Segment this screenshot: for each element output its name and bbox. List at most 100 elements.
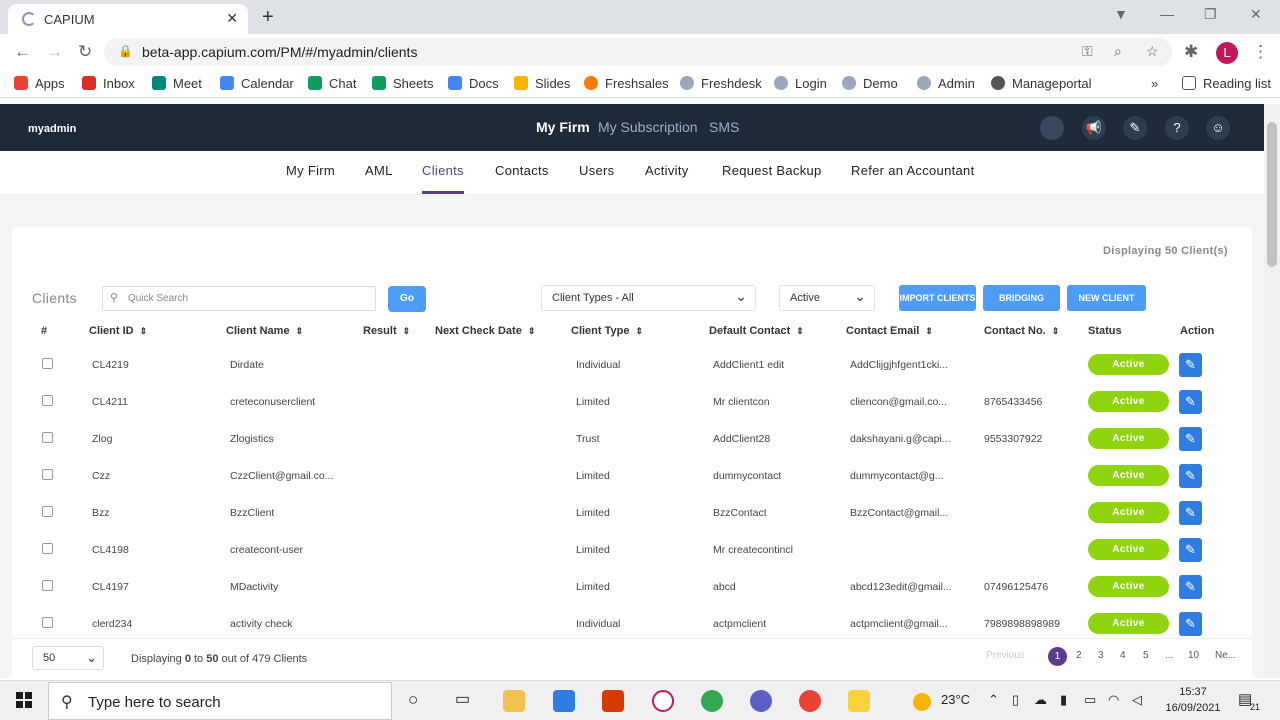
column-header-client-name[interactable]: Client Name ⇕ — [226, 325, 303, 337]
row-checkbox[interactable] — [42, 580, 53, 591]
new-client-button[interactable]: NEW CLIENT — [1067, 285, 1146, 311]
status-badge[interactable]: Active — [1088, 613, 1169, 634]
pagination-page-5[interactable]: 5 — [1143, 650, 1149, 661]
cell-client-name[interactable]: creteconuserclient — [230, 396, 315, 408]
key-icon[interactable]: ⚿ — [1082, 43, 1093, 60]
edit-icon[interactable]: ✎ — [1179, 538, 1202, 562]
cell-client-name[interactable]: activity check — [230, 618, 292, 630]
cell-client-id[interactable]: clerd234 — [92, 618, 132, 630]
help-icon[interactable]: ? — [1165, 116, 1189, 140]
column-header-result[interactable]: Result ⇕ — [363, 325, 410, 337]
tab-clients[interactable]: Clients — [422, 163, 464, 178]
edit-icon[interactable]: ✎ — [1179, 427, 1202, 451]
cell-client-id[interactable]: Czz — [92, 470, 110, 482]
browser-menu-icon[interactable]: ⋮ — [1252, 42, 1269, 62]
maximize-icon[interactable]: ❐ — [1204, 6, 1217, 23]
scrollbar-thumb[interactable] — [1267, 122, 1277, 267]
cell-client-id[interactable]: Zlog — [92, 433, 112, 445]
edit-icon[interactable]: ✎ — [1179, 353, 1202, 377]
minimize-icon[interactable]: — — [1160, 6, 1174, 22]
status-badge[interactable]: Active — [1088, 465, 1169, 486]
chrome-icon[interactable] — [701, 690, 723, 712]
row-checkbox[interactable] — [42, 358, 53, 369]
close-window-icon[interactable]: ✕ — [1250, 6, 1262, 23]
row-checkbox[interactable] — [42, 432, 53, 443]
url-bar[interactable]: 🔒 beta-app.capium.com/PM/#/myadmin/clien… — [104, 38, 1172, 66]
tab-contacts[interactable]: Contacts — [495, 163, 549, 178]
column-header-next-check-date[interactable]: Next Check Date ⇕ — [435, 325, 535, 337]
go-button[interactable]: Go — [388, 286, 426, 312]
tab-users[interactable]: Users — [579, 163, 614, 178]
status-badge[interactable]: Active — [1088, 576, 1169, 597]
profile-avatar[interactable]: L — [1216, 42, 1238, 64]
column-header-contact-email[interactable]: Contact Email ⇕ — [846, 325, 933, 337]
device-icon[interactable]: ▯ — [1012, 692, 1019, 708]
microphone-icon[interactable]: ▮ — [1060, 692, 1067, 708]
row-checkbox[interactable] — [42, 395, 53, 406]
tab-activity[interactable]: Activity — [645, 163, 689, 178]
sticky-notes-icon[interactable] — [848, 690, 870, 712]
bookmark-calendar[interactable]: Calendar — [220, 76, 294, 91]
close-tab-icon[interactable]: ✕ — [226, 10, 238, 27]
pagination-previous[interactable]: Previous — [986, 650, 1025, 661]
bookmark-slides[interactable]: Slides — [514, 76, 570, 91]
row-checkbox[interactable] — [42, 506, 53, 517]
row-checkbox[interactable] — [42, 543, 53, 554]
edit-icon[interactable]: ✎ — [1179, 612, 1202, 636]
extensions-icon[interactable]: ✱ — [1184, 42, 1198, 62]
reload-icon[interactable]: ↻ — [78, 42, 92, 62]
topnav-sms[interactable]: SMS — [709, 119, 739, 135]
status-badge[interactable]: Active — [1088, 354, 1169, 375]
bookmarks-overflow[interactable]: » — [1151, 76, 1158, 91]
row-checkbox[interactable] — [42, 469, 53, 480]
file-explorer-icon[interactable] — [503, 690, 525, 712]
bookmark-freshdesk[interactable]: Freshdesk — [680, 76, 762, 91]
page-size-select[interactable]: 50 ⌄ — [32, 646, 104, 670]
column-header-client-id[interactable]: Client ID ⇕ — [89, 325, 147, 337]
forward-icon[interactable]: → — [46, 42, 63, 62]
pagination-next[interactable]: Ne... — [1215, 650, 1236, 661]
cell-client-name[interactable]: createcont-user — [230, 544, 303, 556]
browser-tab[interactable]: CAPIUM ✕ — [8, 4, 248, 34]
status-filter-select[interactable]: Active ⌄ — [779, 285, 875, 311]
status-badge[interactable]: Active — [1088, 502, 1169, 523]
bookmark-apps[interactable]: Apps — [14, 76, 65, 91]
cell-client-name[interactable]: Zlogistics — [230, 433, 274, 445]
topnav-my-subscription[interactable]: My Subscription — [598, 119, 698, 135]
cell-client-name[interactable]: MDactivity — [230, 581, 278, 593]
edit-icon[interactable]: ✎ — [1179, 501, 1202, 525]
bookmark-freshsales[interactable]: Freshsales — [584, 76, 669, 91]
tab-request-backup[interactable]: Request Backup — [722, 163, 822, 178]
battery-icon[interactable]: ▭ — [1084, 692, 1096, 708]
pagination-page-4[interactable]: 4 — [1120, 650, 1126, 661]
cell-client-id[interactable]: CL4219 — [92, 359, 129, 371]
windows-start-icon[interactable] — [16, 692, 32, 708]
megaphone-icon[interactable]: 📢 — [1082, 116, 1106, 140]
settings-app-icon[interactable] — [750, 690, 772, 712]
cell-client-id[interactable]: Bzz — [92, 507, 110, 519]
quick-search-input[interactable]: ⚲ Quick Search — [102, 286, 376, 311]
system-clock[interactable]: 15:37 16/09/2021 — [1158, 684, 1228, 716]
task-view-icon[interactable]: ▭ — [455, 689, 470, 709]
new-tab-icon[interactable]: + — [262, 6, 274, 29]
cell-client-name[interactable]: CzzClient@gmail.co... — [230, 470, 333, 482]
volume-icon[interactable]: ◁ — [1132, 692, 1142, 708]
column-header-contact-no[interactable]: Contact No. ⇕ — [984, 325, 1059, 337]
chevron-up-icon[interactable]: ⌃ — [988, 692, 999, 708]
profile-dropdown-icon[interactable]: ▼ — [1114, 6, 1128, 22]
wifi-icon[interactable]: ◠ — [1108, 692, 1119, 708]
pagination-page-1[interactable]: 1 — [1048, 647, 1067, 666]
cell-client-name[interactable]: Dirdate — [230, 359, 264, 371]
column-header-default-contact[interactable]: Default Contact ⇕ — [709, 325, 804, 337]
bookmark-meet[interactable]: Meet — [152, 76, 202, 91]
office-icon[interactable] — [602, 690, 624, 712]
status-badge[interactable]: Active — [1088, 428, 1169, 449]
client-type-select[interactable]: Client Types - All ⌄ — [541, 285, 756, 311]
bridging-button[interactable]: BRIDGING — [983, 285, 1060, 311]
user-avatar[interactable] — [1040, 116, 1064, 140]
tab-my-firm[interactable]: My Firm — [286, 163, 335, 178]
tab-refer-an-accountant[interactable]: Refer an Accountant — [851, 163, 975, 178]
taskbar-search[interactable]: ⚲ Type here to search — [48, 682, 392, 720]
pagination-page-2[interactable]: 2 — [1076, 650, 1082, 661]
bookmark-inbox[interactable]: Inbox — [82, 76, 135, 91]
